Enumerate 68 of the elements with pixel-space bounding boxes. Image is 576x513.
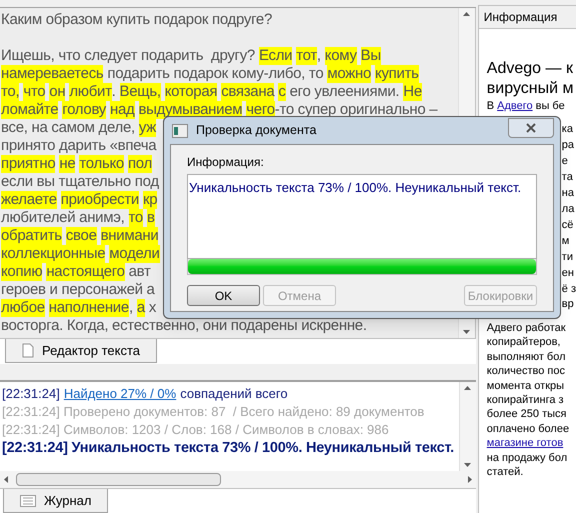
log-time: [22:31:24] — [2, 385, 60, 402]
info-text: на продажу бол — [486, 450, 568, 465]
close-button[interactable] — [508, 118, 554, 138]
editor-line: намереваетесь подарить подарок кому-либо, то можно купить — [1, 65, 419, 83]
info-text: копирайтинга з — [486, 392, 564, 408]
log-line: [22:31:24] Символов: 1203 / Слов: 168 / Символов в словах: 986 — [2, 421, 390, 438]
info-text: момента откры — [486, 378, 564, 393]
scroll-up-icon[interactable] — [463, 12, 470, 16]
editor-line: желаете приобрести кр — [1, 191, 158, 209]
editor-title: Каким образом купить подарок подруге? — [1, 11, 272, 29]
editor-line: если вы тщательно под — [1, 173, 159, 191]
info-heading: Advego — к — [486, 59, 574, 79]
info-text-fragment: сё — [562, 218, 574, 233]
info-text: выполняют бол — [486, 350, 566, 364]
log-result-line: [22:31:24] Уникальность текста 73% / 100%. Неуникальный текст. — [2, 439, 455, 458]
info-text-fragment: ё з — [562, 282, 576, 297]
scroll-left-icon[interactable] — [4, 476, 8, 483]
vertical-scrollbar[interactable] — [458, 382, 476, 471]
editor-line: героев и персонажей а — [1, 281, 155, 299]
info-text-fragment: ка — [562, 122, 573, 137]
info-text-fragment: та — [562, 170, 573, 185]
info-text: количество пос — [486, 364, 566, 379]
log-line: [22:31:24] Проверено документов: 87 / Всего найдено: 89 документов — [2, 403, 426, 420]
dialog-title: Проверка документа — [196, 122, 316, 140]
editor-line: принято дарить «впеча — [1, 137, 156, 155]
log-text: совпадений всего — [180, 385, 288, 402]
tab[interactable]: Редактор текста — [5, 339, 157, 363]
editor-line: Ищешь, что следует подарить другу? Если тот, кому Вы — [1, 47, 381, 65]
info-text: оплачено более — [486, 422, 570, 436]
info-text-fragment: ра — [562, 138, 574, 153]
info-text: Адвего работак — [486, 321, 566, 336]
editor-line: коллекционные модели — [1, 245, 160, 263]
info-text: В — [486, 99, 494, 113]
scroll-down-icon[interactable] — [464, 463, 472, 467]
scroll-right-icon[interactable] — [468, 476, 472, 483]
app-icon — [172, 124, 188, 138]
info-label: Информация: — [187, 154, 265, 171]
info-text: вы бе — [536, 99, 565, 113]
info-text-fragment: м — [562, 234, 570, 249]
scroll-down-icon[interactable] — [463, 330, 470, 334]
info-text-fragment: на — [562, 186, 574, 201]
message-box: Уникальность текста 73% / 100%. Неуникальный текст. — [187, 174, 537, 259]
info-text-fragment: ла — [562, 202, 574, 217]
tab[interactable]: Журнал — [3, 489, 108, 513]
shop-link[interactable]: магазине готов — [486, 436, 564, 451]
info-text-fragment: вр — [562, 297, 574, 311]
editor-line: копию настоящего авт — [1, 263, 151, 281]
editor-line: приятно не только пол — [1, 155, 152, 173]
scroll-thumb[interactable] — [16, 473, 221, 486]
info-text-fragment: е — [562, 154, 568, 169]
info-text-fragment: ти — [562, 250, 573, 265]
info-text: статей. — [486, 464, 524, 480]
info-heading: вирусный м — [486, 79, 574, 99]
document-icon — [22, 343, 34, 358]
dialog-button[interactable]: OK — [187, 285, 260, 306]
advego-link[interactable]: Адвего — [497, 99, 533, 113]
info-text: более 250 тыся — [486, 407, 566, 422]
matches-link[interactable]: Найдено 27% / 0% — [64, 384, 176, 402]
editor-line: обратить свое внимани — [1, 227, 158, 245]
info-text-fragment: ен — [562, 266, 574, 281]
tab[interactable]: Информация — [478, 5, 576, 29]
horizontal-scrollbar[interactable] — [0, 471, 476, 488]
editor-line: любое наполнение, а х — [1, 299, 156, 317]
info-text: копирайтеров, — [486, 335, 560, 350]
editor-line: восторга. Когда, естественно, они подарены искренне. — [1, 317, 367, 335]
close-icon — [525, 122, 537, 132]
list-icon — [20, 494, 36, 506]
scroll-up-icon[interactable] — [464, 386, 472, 390]
